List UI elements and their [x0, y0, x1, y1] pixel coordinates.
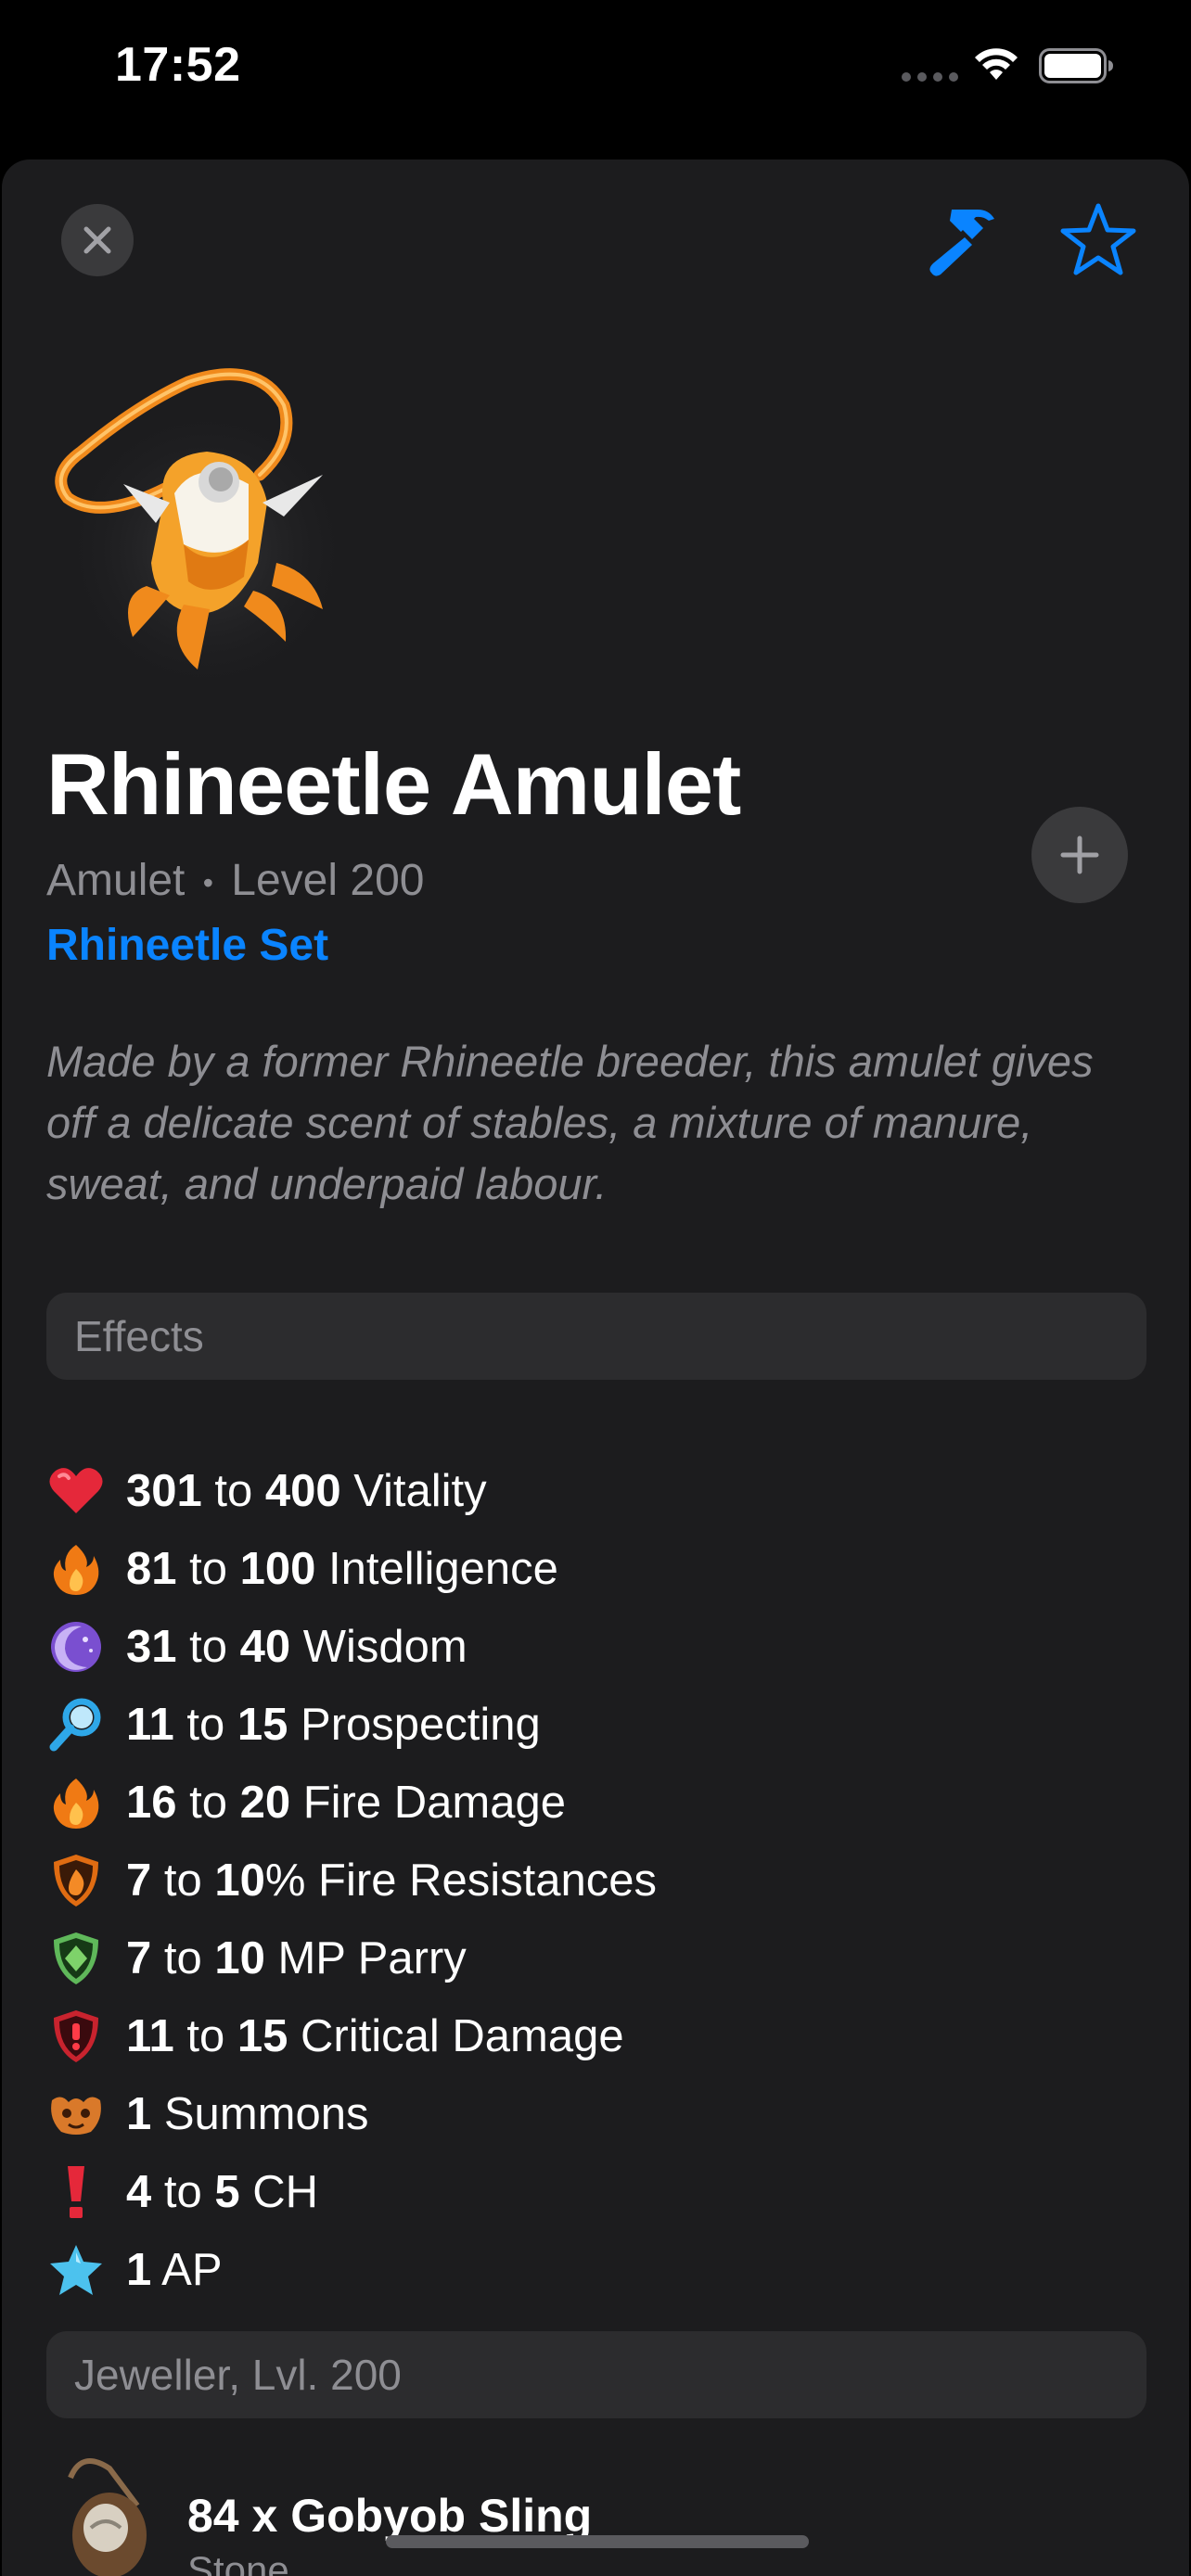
cellular-signal-icon [902, 72, 959, 83]
effect-row: 1 AP [46, 2231, 657, 2309]
effect-row: 7 to 10 MP Parry [46, 1919, 657, 1997]
home-indicator[interactable] [386, 2535, 809, 2548]
close-button[interactable] [61, 204, 134, 276]
effect-value: 15 [237, 2011, 288, 2061]
item-detail-sheet: Rhineetle Amulet Amulet • Level 200 Rhin… [2, 159, 1189, 2576]
effect-row: 1 Summons [46, 2075, 657, 2153]
effect-row: 11 to 15 Critical Damage [46, 1997, 657, 2075]
recipe-header: Jeweller, Lvl. 200 [46, 2331, 1146, 2418]
summons-icon [46, 2085, 106, 2144]
effect-value: 40 [239, 1622, 291, 1672]
effect-label: Vitality [340, 1466, 487, 1516]
effect-row: 16 to 20 Fire Damage [46, 1764, 657, 1842]
effect-text: to [173, 1700, 237, 1750]
ingredient-type: Stone [187, 2548, 289, 2576]
effect-text: to [173, 2011, 237, 2061]
effect-text: MP Parry [264, 1933, 467, 1983]
fire-icon [46, 1539, 106, 1599]
effect-text: to [176, 1544, 240, 1594]
effects-list: 301 to 400 Vitality 81 to 100 Intelligen… [46, 1452, 657, 2309]
item-level: Level 200 [231, 856, 425, 905]
fire-shield-icon [46, 1851, 106, 1910]
mp-shield-icon [46, 1929, 106, 1988]
effect-text: to [151, 2167, 215, 2217]
effect-text: to [176, 1622, 240, 1672]
crit-shield-icon [46, 2007, 106, 2066]
status-bar: 17:52 [0, 0, 1191, 139]
effect-text: Summons [151, 2089, 369, 2139]
item-subtitle: Amulet • Level 200 [46, 855, 424, 906]
exclamation-icon [46, 2162, 106, 2222]
effect-value: 7 [126, 1855, 152, 1906]
fire-icon [46, 1773, 106, 1832]
effect-value: 20 [239, 1778, 291, 1828]
battery-icon [1039, 48, 1113, 83]
effect-value: 7 [126, 1933, 152, 1983]
moon-icon [46, 1617, 106, 1677]
effect-text: to [151, 1933, 215, 1983]
item-description: Made by a former Rhineetle breeder, this… [46, 1037, 1094, 1208]
favorite-star-icon[interactable] [1059, 200, 1137, 278]
wifi-icon [975, 48, 1018, 80]
effect-text: to [176, 1778, 240, 1828]
plus-icon [1060, 835, 1099, 874]
recipe-ingredient-row[interactable]: 84 x Gobyob Sling Stone [46, 2450, 1146, 2576]
close-icon [83, 226, 111, 254]
item-title: Rhineetle Amulet [46, 735, 741, 833]
effect-text: Fire Damage [290, 1778, 566, 1828]
effect-row: 31 to 40 Wisdom [46, 1608, 657, 1686]
effect-value: 15 [237, 1700, 288, 1750]
effect-value: 1 [126, 2245, 152, 2295]
effect-value: 10 [214, 1855, 265, 1906]
effect-row: 4 to 5 CH [46, 2153, 657, 2231]
effect-text: Intelligence [315, 1544, 558, 1594]
add-button[interactable] [1031, 807, 1128, 903]
effect-text: % Fire Resistances [264, 1855, 657, 1906]
effect-value: 100 [239, 1544, 316, 1594]
star-filled-icon [46, 2240, 106, 2300]
separator: • [202, 865, 213, 899]
amulet-image [55, 368, 355, 679]
effect-value: 11 [126, 2011, 174, 2061]
effect-max: 400 [264, 1466, 341, 1516]
effect-text: Critical Damage [288, 2011, 624, 2061]
effect-row: 11 to 15 Prospecting [46, 1686, 657, 1764]
effect-value: 16 [126, 1778, 177, 1828]
gobyob-sling-image [68, 2458, 147, 2576]
item-type: Amulet [46, 856, 186, 905]
effect-value: 4 [126, 2167, 152, 2217]
effect-value: 1 [126, 2089, 152, 2139]
status-time: 17:52 [115, 38, 241, 92]
effect-value: 5 [214, 2167, 240, 2217]
effect-text: AP [151, 2245, 223, 2295]
effect-text: to [151, 1855, 215, 1906]
magnifier-icon [46, 1695, 106, 1754]
effects-header: Effects [46, 1293, 1146, 1380]
effect-min: 301 [126, 1466, 202, 1516]
effect-text: CH [239, 2167, 319, 2217]
heart-icon [46, 1461, 106, 1521]
item-set-link[interactable]: Rhineetle Set [46, 920, 328, 971]
effect-value: 81 [126, 1544, 177, 1594]
effect-text: Wisdom [290, 1622, 467, 1672]
effect-row: 301 to 400 Vitality [46, 1452, 657, 1530]
hammer-icon[interactable] [924, 200, 1004, 280]
effect-value: 31 [126, 1622, 177, 1672]
effect-row: 7 to 10% Fire Resistances [46, 1842, 657, 1919]
effect-text: Prospecting [288, 1700, 541, 1750]
effect-row: 81 to 100 Intelligence [46, 1530, 657, 1608]
effect-value: 10 [214, 1933, 265, 1983]
effect-value: 11 [126, 1700, 174, 1750]
effect-to: to [201, 1466, 265, 1516]
